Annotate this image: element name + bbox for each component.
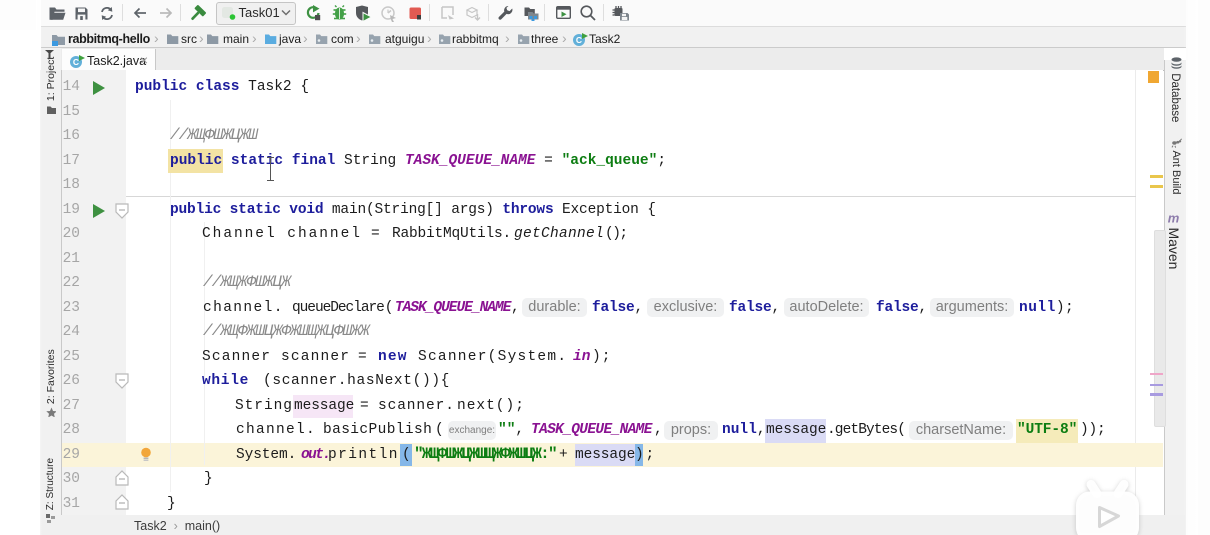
svg-text:C: C xyxy=(576,35,582,45)
svg-text:C: C xyxy=(73,57,79,67)
